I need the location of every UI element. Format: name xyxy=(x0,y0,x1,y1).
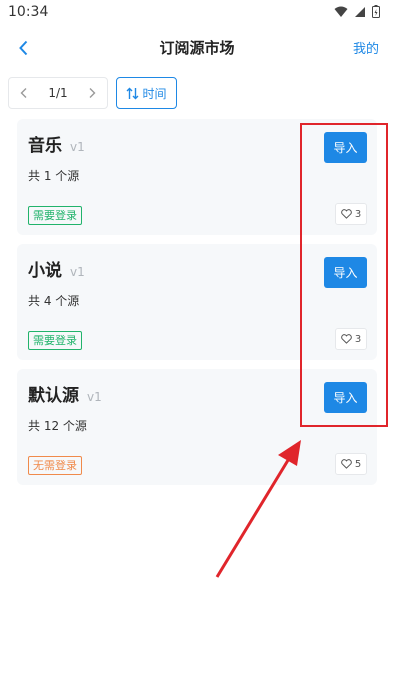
signal-icon xyxy=(355,6,365,17)
sort-time-button[interactable]: 时间 xyxy=(116,77,177,109)
sort-label: 时间 xyxy=(142,86,167,101)
annotation-highlight-box xyxy=(300,123,388,427)
card-title: 默认源 v1 xyxy=(28,381,102,406)
mine-link[interactable]: 我的 xyxy=(353,38,379,57)
login-tag: 需要登录 xyxy=(28,331,82,350)
card-title: 音乐 v1 xyxy=(28,131,85,156)
status-icons xyxy=(334,5,380,18)
page-title: 订阅源市场 xyxy=(159,39,235,57)
prev-page-button[interactable] xyxy=(9,78,39,108)
pager: 1/1 xyxy=(8,77,108,109)
heart-icon xyxy=(341,459,352,469)
card-version: v1 xyxy=(70,265,85,279)
next-page-button[interactable] xyxy=(77,78,107,108)
card-source-count: 共 1 个源 xyxy=(28,169,80,183)
page-indicator: 1/1 xyxy=(48,86,68,100)
battery-icon xyxy=(372,5,380,18)
wifi-icon xyxy=(334,6,348,17)
card-title: 小说 v1 xyxy=(28,256,85,281)
card-name: 音乐 xyxy=(28,136,62,156)
card-name: 小说 xyxy=(28,261,62,281)
login-tag: 需要登录 xyxy=(28,206,82,225)
card-source-count: 共 4 个源 xyxy=(28,294,80,308)
card-version: v1 xyxy=(87,390,102,404)
card-version: v1 xyxy=(70,140,85,154)
chevron-left-icon xyxy=(20,88,27,98)
like-count: 5 xyxy=(354,458,362,470)
status-time: 10:34 xyxy=(8,4,49,20)
nav-bar: 订阅源市场 我的 xyxy=(0,28,394,68)
status-bar: 10:34 xyxy=(0,0,394,26)
login-tag: 无需登录 xyxy=(28,456,82,475)
sort-icon xyxy=(126,87,139,99)
card-name: 默认源 xyxy=(28,386,79,406)
card-source-count: 共 12 个源 xyxy=(28,419,87,433)
chevron-right-icon xyxy=(89,88,96,98)
like-button[interactable]: 5 xyxy=(335,453,367,475)
